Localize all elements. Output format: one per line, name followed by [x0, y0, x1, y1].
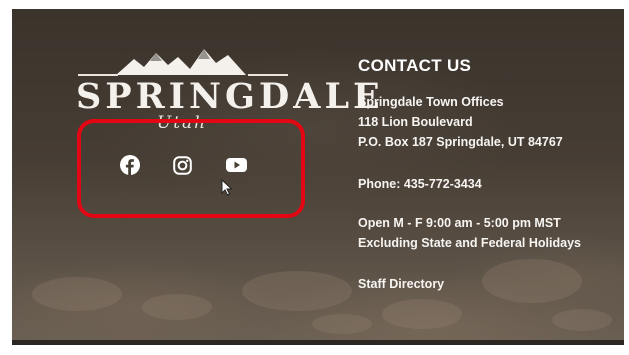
- contact-heading: CONTACT US: [358, 56, 472, 75]
- mountains-icon: [116, 49, 246, 75]
- office-hours: Open M - F 9:00 am - 5:00 pm MST: [358, 216, 561, 230]
- mouse-cursor-icon: [221, 179, 233, 196]
- instagram-link[interactable]: [171, 154, 193, 176]
- youtube-link[interactable]: [225, 154, 247, 176]
- background-rock: [242, 271, 352, 311]
- street-address: 118 Lion Boulevard: [358, 115, 473, 129]
- logo-wordmark: SPRINGDALE: [76, 76, 384, 117]
- youtube-icon: [225, 158, 247, 172]
- background-rock: [142, 294, 212, 320]
- instagram-icon: [172, 155, 192, 175]
- po-box-address: P.O. Box 187 Springdale, UT 84767: [358, 135, 563, 149]
- facebook-link[interactable]: [119, 154, 141, 176]
- contact-section: CONTACT US Springdale Town Offices 118 L…: [358, 56, 581, 294]
- facebook-icon: [120, 155, 140, 175]
- background-rock: [32, 277, 122, 311]
- site-footer: SPRINGDALE Utah CONTACT US Springdale To…: [12, 9, 624, 345]
- phone-number[interactable]: Phone: 435-772-3434: [358, 174, 581, 194]
- staff-directory-link[interactable]: Staff Directory: [358, 274, 581, 294]
- office-name: Springdale Town Offices: [358, 95, 504, 109]
- background-rock: [552, 309, 612, 331]
- background-rock: [382, 299, 462, 329]
- holiday-note: Excluding State and Federal Holidays: [358, 236, 581, 250]
- background-rock: [312, 314, 372, 334]
